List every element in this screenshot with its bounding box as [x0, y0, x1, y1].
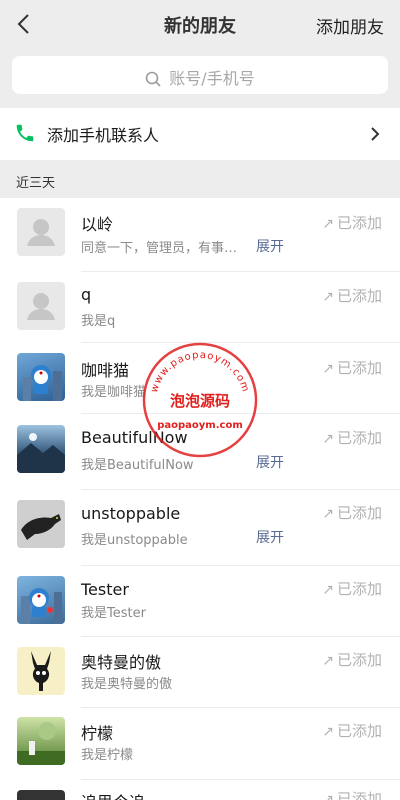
status-label: 已添加: [336, 359, 382, 377]
list-item[interactable]: unstoppable 我是unstoppable 展开 ↗ 已添加: [0, 490, 400, 566]
section-label: 近三天: [16, 176, 56, 191]
status-label: 已添加: [336, 722, 382, 740]
list-item[interactable]: Tester 我是Tester ↗ 已添加: [0, 566, 400, 637]
request-message: 我是柠檬: [81, 748, 134, 763]
contact-name: 咖啡猫: [81, 361, 130, 380]
arrow-up-right-icon: ↗: [322, 506, 334, 522]
cartoon-robot-avatar: [17, 353, 65, 401]
arrow-up-right-icon: ↗: [322, 431, 334, 447]
list-item[interactable]: q 我是q ↗ 已添加: [0, 272, 400, 343]
default-avatar-icon: [17, 282, 65, 330]
add-phone-contacts-label: 添加手机联系人: [47, 126, 160, 145]
default-avatar-icon: [17, 208, 65, 256]
add-phone-contacts-row[interactable]: 添加手机联系人: [0, 108, 400, 160]
expand-link[interactable]: 展开: [256, 236, 284, 256]
request-message: 同意一下，管理员，有事…: [81, 241, 238, 256]
contact-name: q: [81, 285, 92, 304]
status-added: ↗ 已添加: [322, 212, 382, 233]
status-added: ↗ 已添加: [322, 427, 382, 448]
request-message: 我是Tester: [81, 606, 146, 621]
contact-name: unstoppable: [81, 504, 181, 523]
status-added: ↗ 已添加: [322, 788, 382, 800]
status-label: 已添加: [336, 429, 382, 447]
list-item[interactable]: 柠檬 我是柠檬 ↗ 已添加: [0, 708, 400, 780]
arrow-up-right-icon: ↗: [322, 724, 334, 740]
request-message: 我是unstoppable: [81, 533, 188, 548]
list-item[interactable]: 奥特曼的傲 我是奥特曼的傲 ↗ 已添加: [0, 637, 400, 708]
request-message: 我是BeautifulNow: [81, 458, 194, 473]
arrow-up-right-icon: ↗: [322, 289, 334, 305]
bunny-silhouette-avatar: [17, 647, 65, 695]
status-added: ↗ 已添加: [322, 578, 382, 599]
arrow-up-right-icon: ↗: [322, 361, 334, 377]
search-placeholder: 账号/手机号: [169, 69, 255, 88]
expand-link[interactable]: 展开: [256, 452, 284, 472]
landscape-avatar: [17, 425, 65, 473]
status-added: ↗ 已添加: [322, 720, 382, 741]
status-label: 已添加: [336, 651, 382, 669]
status-added: ↗ 已添加: [322, 285, 382, 306]
request-message: 我是q: [81, 314, 116, 329]
list-item[interactable]: 咖啡猫 我是咖啡猫 ↗ 已添加: [0, 343, 400, 414]
contact-name: 奥特曼的傲: [81, 653, 162, 672]
search-icon: [145, 71, 161, 87]
status-added: ↗ 已添加: [322, 649, 382, 670]
status-label: 已添加: [336, 214, 382, 232]
phone-icon: [16, 124, 34, 142]
panther-avatar: [17, 500, 65, 548]
request-message: 我是奥特曼的傲: [81, 677, 173, 692]
arrow-up-right-icon: ↗: [322, 582, 334, 598]
list-item[interactable]: 以岭 同意一下，管理员，有事… 展开 ↗ 已添加: [0, 198, 400, 272]
contact-name: 柠檬: [81, 724, 114, 743]
contact-name: 以岭: [81, 215, 114, 234]
friend-request-list: 以岭 同意一下，管理员，有事… 展开 ↗ 已添加 q 我是q ↗ 已添加 咖啡猫 我…: [0, 198, 400, 800]
add-friend-button[interactable]: 添加朋友: [316, 13, 384, 38]
contact-name: BeautifulNow: [81, 428, 188, 447]
request-message: 我是咖啡猫: [81, 385, 147, 400]
expand-link[interactable]: 展开: [256, 527, 284, 547]
status-label: 已添加: [336, 504, 382, 522]
status-label: 已添加: [336, 287, 382, 305]
arrow-up-right-icon: ↗: [322, 653, 334, 669]
contact-name: 追思今追: [81, 789, 145, 800]
dark-photo-avatar: [17, 790, 65, 800]
cartoon-robot-avatar: [17, 576, 65, 624]
list-item[interactable]: BeautifulNow 我是BeautifulNow 展开 ↗ 已添加: [0, 414, 400, 490]
search-input[interactable]: 账号/手机号: [12, 56, 388, 94]
status-label: 已添加: [336, 580, 382, 598]
arrow-up-right-icon: ↗: [322, 216, 334, 232]
chevron-right-icon: [371, 127, 380, 141]
green-photo-avatar: [17, 717, 65, 765]
status-label: 已添加: [336, 790, 382, 800]
top-bar: 新的朋友 添加朋友: [0, 0, 400, 48]
status-added: ↗ 已添加: [322, 357, 382, 378]
status-added: ↗ 已添加: [322, 502, 382, 523]
list-item[interactable]: 追思今追 ↗已添加: [0, 780, 400, 800]
contact-name: Tester: [81, 580, 129, 599]
arrow-up-right-icon: ↗: [322, 792, 334, 800]
